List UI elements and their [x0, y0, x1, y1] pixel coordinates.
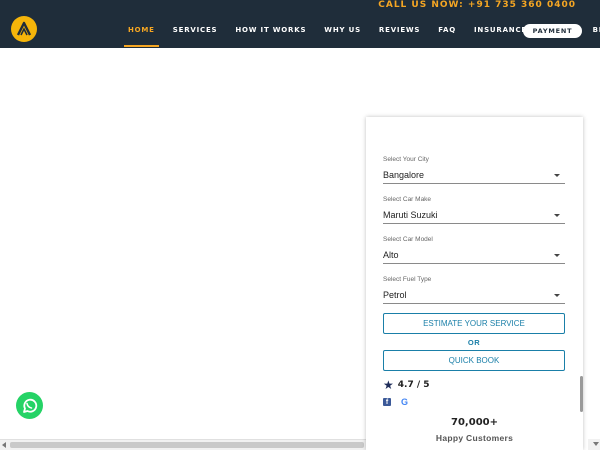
fuel-type-select[interactable]: Select Fuel Type Petrol	[383, 276, 565, 304]
customers-label: Happy Customers	[435, 433, 514, 443]
rating-row: ★ 4.7 / 5	[383, 378, 430, 392]
estimate-service-button[interactable]: ESTIMATE YOUR SERVICE	[383, 313, 565, 334]
city-label: Select Your City	[383, 156, 429, 163]
star-icon: ★	[383, 378, 394, 392]
horizontal-scrollbar[interactable]	[0, 439, 368, 450]
nav-item-faq[interactable]: FAQ	[434, 26, 460, 48]
review-sources: f G	[383, 397, 408, 407]
nav-item-blog[interactable]: BLOG	[589, 26, 600, 48]
nav-item-reviews[interactable]: REVIEWS	[375, 26, 424, 48]
whatsapp-icon[interactable]	[16, 392, 43, 419]
car-model-label: Select Car Model	[383, 236, 433, 243]
header-bar: CALL US NOW: +91 735 360 0400 HOME SERVI…	[0, 0, 600, 48]
call-us-text[interactable]: CALL US NOW: +91 735 360 0400	[378, 0, 576, 10]
scroll-corner[interactable]	[588, 439, 600, 450]
scroll-left-icon[interactable]	[2, 442, 6, 448]
chevron-down-icon	[554, 294, 560, 297]
chevron-down-icon	[554, 214, 560, 217]
chevron-down-icon	[554, 254, 560, 257]
payment-button[interactable]: PAYMENT	[523, 24, 582, 38]
car-model-value: Alto	[383, 250, 399, 260]
quick-book-button[interactable]: QUICK BOOK	[383, 350, 565, 371]
or-separator: OR	[467, 338, 481, 347]
customers-count: 70,000+	[451, 417, 498, 428]
fuel-type-label: Select Fuel Type	[383, 276, 432, 283]
fuel-type-value: Petrol	[383, 290, 407, 300]
city-select[interactable]: Select Your City Bangalore	[383, 156, 565, 184]
logo-icon[interactable]	[11, 16, 37, 42]
car-model-select[interactable]: Select Car Model Alto	[383, 236, 565, 264]
scrollbar-thumb[interactable]	[10, 442, 364, 448]
nav-item-home[interactable]: HOME	[124, 26, 159, 48]
scroll-down-icon[interactable]	[593, 442, 599, 446]
car-make-value: Maruti Suzuki	[383, 210, 438, 220]
facebook-icon[interactable]: f	[383, 398, 391, 406]
nav-item-how-it-works[interactable]: HOW IT WORKS	[231, 26, 310, 48]
car-make-label: Select Car Make	[383, 196, 432, 203]
nav-item-why-us[interactable]: WHY US	[320, 26, 365, 48]
nav-item-insurance[interactable]: INSURANCE	[470, 26, 531, 48]
google-icon[interactable]: G	[401, 397, 408, 407]
chevron-down-icon	[554, 174, 560, 177]
page: CALL US NOW: +91 735 360 0400 HOME SERVI…	[0, 0, 600, 450]
nav-item-services[interactable]: SERVICES	[169, 26, 222, 48]
form-scrollbar-thumb[interactable]	[580, 376, 583, 412]
rating-value: 4.7 / 5	[397, 380, 430, 390]
city-value: Bangalore	[383, 170, 425, 180]
car-make-select[interactable]: Select Car Make Maruti Suzuki	[383, 196, 565, 224]
booking-form-card: Select Your City Bangalore Select Car Ma…	[366, 117, 583, 450]
